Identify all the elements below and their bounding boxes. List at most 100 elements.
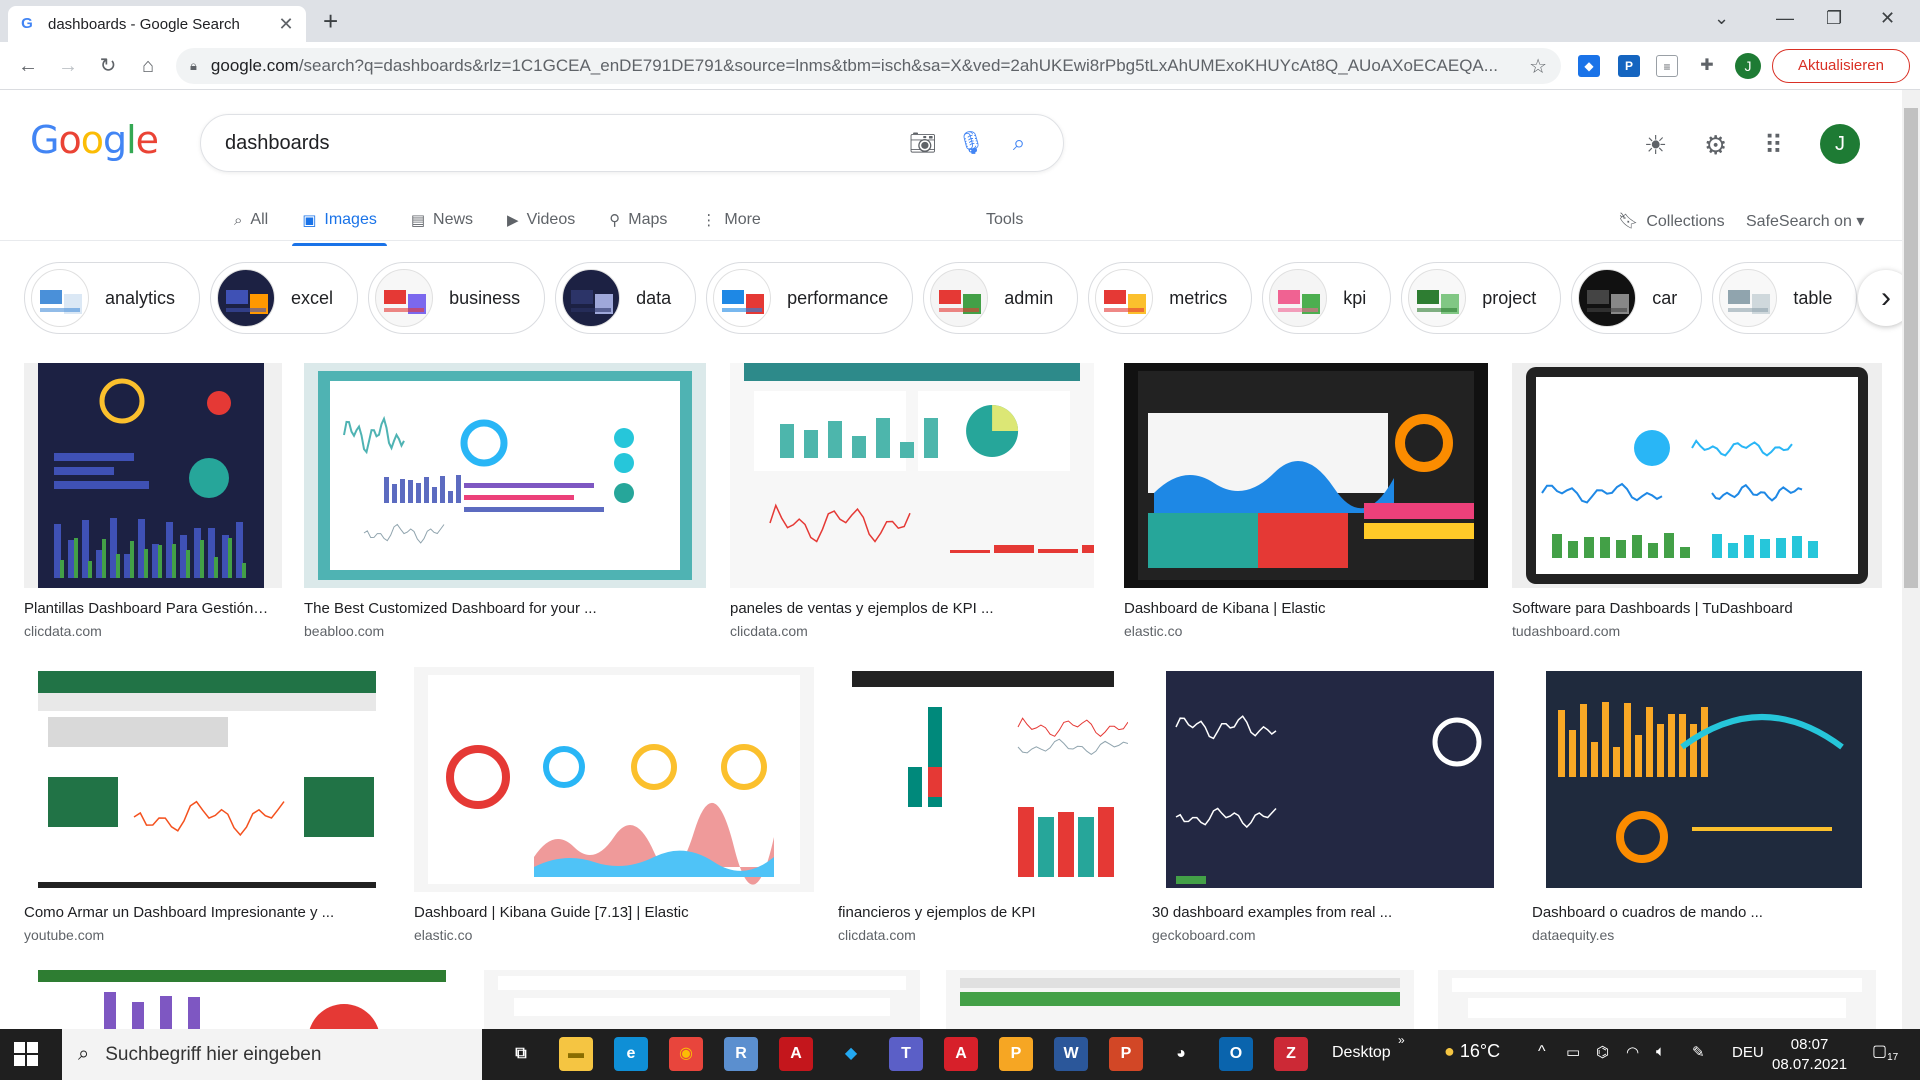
close-window-icon[interactable]: ✕	[1880, 8, 1895, 29]
result-source[interactable]: elastic.co	[1124, 623, 1488, 639]
forward-icon[interactable]: →	[54, 52, 82, 80]
search-input[interactable]: dashboards	[225, 132, 895, 155]
dashboard-thumbnail-image[interactable]	[730, 363, 1094, 588]
extension-p-icon[interactable]: P	[1618, 55, 1640, 77]
chip-excel[interactable]: excel	[210, 262, 359, 334]
dashboard-thumbnail-image[interactable]	[1124, 363, 1488, 588]
image-result-card[interactable]: Dashboard | Kibana Guide [7.13] | Elasti…	[414, 667, 814, 943]
result-source[interactable]: elastic.co	[414, 927, 814, 943]
taskbar-clock[interactable]: 08:07 08.07.2021	[1772, 1035, 1847, 1075]
result-source[interactable]: tudashboard.com	[1512, 623, 1882, 639]
restore-icon[interactable]: ❐	[1826, 8, 1842, 29]
chevron-double-icon[interactable]: »	[1398, 1033, 1405, 1047]
edge-icon[interactable]: e	[614, 1037, 648, 1071]
search-icon[interactable]: ⌕	[999, 130, 1039, 156]
minimize-icon[interactable]: —	[1776, 8, 1794, 29]
chip-performance[interactable]: performance	[706, 262, 914, 334]
dashboard-thumbnail-image[interactable]	[1438, 970, 1876, 1029]
dashboard-thumbnail-image[interactable]	[304, 363, 706, 588]
dashboard-thumbnail-image[interactable]	[838, 667, 1128, 892]
dashboard-thumbnail-image[interactable]	[484, 970, 920, 1029]
dashboard-thumbnail-image[interactable]	[24, 667, 390, 892]
chip-metrics[interactable]: metrics	[1088, 262, 1253, 334]
dashboard-thumbnail-image[interactable]	[414, 667, 814, 892]
teams-icon[interactable]: T	[889, 1037, 923, 1071]
chip-table[interactable]: table	[1712, 262, 1858, 334]
image-result-card[interactable]: paneles de ventas y ejemplos de KPI ... c…	[730, 363, 1094, 639]
input-language[interactable]: DEU	[1732, 1044, 1764, 1061]
new-tab-icon[interactable]: +	[323, 8, 338, 34]
powerpoint-icon[interactable]: P	[1109, 1037, 1143, 1071]
tools-button[interactable]: Tools	[986, 200, 1023, 240]
chip-data[interactable]: data	[555, 262, 697, 334]
back-icon[interactable]: ←	[14, 52, 42, 80]
reload-icon[interactable]: ↻	[94, 52, 122, 80]
panda-icon[interactable]: ◕	[1164, 1037, 1198, 1071]
acrobat-reader-icon[interactable]: A	[944, 1037, 978, 1071]
image-result-card[interactable]	[946, 970, 1414, 1029]
result-source[interactable]: geckoboard.com	[1152, 927, 1508, 943]
taskbar-search-placeholder[interactable]: Suchbegriff hier eingeben	[105, 1044, 321, 1066]
bookmark-star-icon[interactable]: ☆	[1529, 54, 1547, 79]
image-result-card[interactable]: The Best Customized Dashboard for your .…	[304, 363, 706, 639]
tab-videos[interactable]: ▶ Videos	[497, 200, 585, 240]
chip-car[interactable]: car	[1571, 262, 1703, 334]
image-result-card[interactable]: Plantillas Dashboard Para Gestión… clicda…	[24, 363, 282, 639]
camera-icon[interactable]: 📷︎	[903, 130, 943, 156]
tray-overflow-icon[interactable]: ^	[1538, 1043, 1546, 1061]
dashboard-thumbnail-image[interactable]	[1512, 363, 1882, 588]
chip-kpi[interactable]: kpi	[1262, 262, 1392, 334]
apps-grid-icon[interactable]: ⠿	[1764, 130, 1783, 161]
result-title[interactable]: paneles de ventas y ejemplos de KPI ...	[730, 600, 1094, 617]
wifi-icon[interactable]: ◠	[1626, 1043, 1639, 1061]
file-explorer-icon[interactable]: ▬	[559, 1037, 593, 1071]
url-text[interactable]: google.com/search?q=dashboards&rlz=1C1GC…	[211, 56, 1519, 76]
safesearch-menu[interactable]: SafeSearch on ▾	[1746, 202, 1864, 242]
acrobat-icon[interactable]: A	[779, 1037, 813, 1071]
word-icon[interactable]: W	[1054, 1037, 1088, 1071]
zotero-icon[interactable]: Z	[1274, 1037, 1308, 1071]
volume-icon[interactable]: 🔈︎	[1656, 1043, 1665, 1060]
result-source[interactable]: dataequity.es	[1532, 927, 1876, 943]
settings-gear-icon[interactable]: ⚙	[1704, 130, 1727, 161]
result-title[interactable]: 30 dashboard examples from real ...	[1152, 904, 1508, 921]
tab-more[interactable]: ⋮ More	[691, 200, 770, 240]
taskbar-search-box[interactable]: ⌕ Suchbegriff hier eingeben	[62, 1029, 482, 1080]
profile-avatar[interactable]: J	[1735, 53, 1761, 79]
result-source[interactable]: clicdata.com	[838, 927, 1128, 943]
tab-all[interactable]: ⌕ All	[224, 200, 278, 240]
result-title[interactable]: Dashboard de Kibana | Elastic	[1124, 600, 1488, 617]
pen-icon[interactable]: ✎	[1692, 1043, 1705, 1061]
microphone-icon[interactable]: 🎙︎	[951, 130, 991, 156]
image-result-card[interactable]	[1438, 970, 1876, 1029]
google-logo[interactable]: Google	[30, 118, 159, 162]
chip-project[interactable]: project	[1401, 262, 1562, 334]
image-result-card[interactable]: financieros y ejemplos de KPI clicdata.co…	[838, 667, 1128, 943]
battery-icon[interactable]: ▭	[1566, 1043, 1580, 1061]
desktop-toolbar-label[interactable]: Desktop	[1332, 1044, 1391, 1062]
result-source[interactable]: youtube.com	[24, 927, 390, 943]
close-tab-icon[interactable]: ✕	[276, 14, 296, 35]
extension-doc-icon[interactable]: ≡	[1656, 55, 1678, 77]
account-avatar[interactable]: J	[1820, 124, 1860, 164]
scrollbar-thumb[interactable]	[1904, 108, 1918, 588]
lock-icon[interactable]: 🔒︎	[190, 58, 197, 74]
dashboard-thumbnail-image[interactable]	[946, 970, 1414, 1029]
result-source[interactable]: beabloo.com	[304, 623, 706, 639]
collections-button[interactable]: 🔖︎ Collections	[1618, 202, 1725, 242]
tab-news[interactable]: ▤ News	[401, 200, 483, 240]
tab-maps[interactable]: ⚲ Maps	[599, 200, 677, 240]
chip-business[interactable]: business	[368, 262, 546, 334]
image-result-card[interactable]: Dashboard de Kibana | Elastic elastic.co	[1124, 363, 1488, 639]
chrome-icon[interactable]: ◉	[669, 1037, 703, 1071]
chip-admin[interactable]: admin	[923, 262, 1079, 334]
address-bar[interactable]: 🔒︎ google.com/search?q=dashboards&rlz=1C…	[176, 48, 1561, 84]
image-result-card[interactable]	[24, 970, 460, 1029]
vscode-icon[interactable]: ◆	[834, 1037, 868, 1071]
weather-widget[interactable]: ● 16°C	[1444, 1041, 1500, 1062]
result-source[interactable]: clicdata.com	[730, 623, 1094, 639]
task-view-icon[interactable]: ⧉	[504, 1037, 538, 1071]
windows-start-icon[interactable]	[14, 1042, 38, 1066]
r-icon[interactable]: R	[724, 1037, 758, 1071]
result-title[interactable]: Dashboard | Kibana Guide [7.13] | Elasti…	[414, 904, 814, 921]
